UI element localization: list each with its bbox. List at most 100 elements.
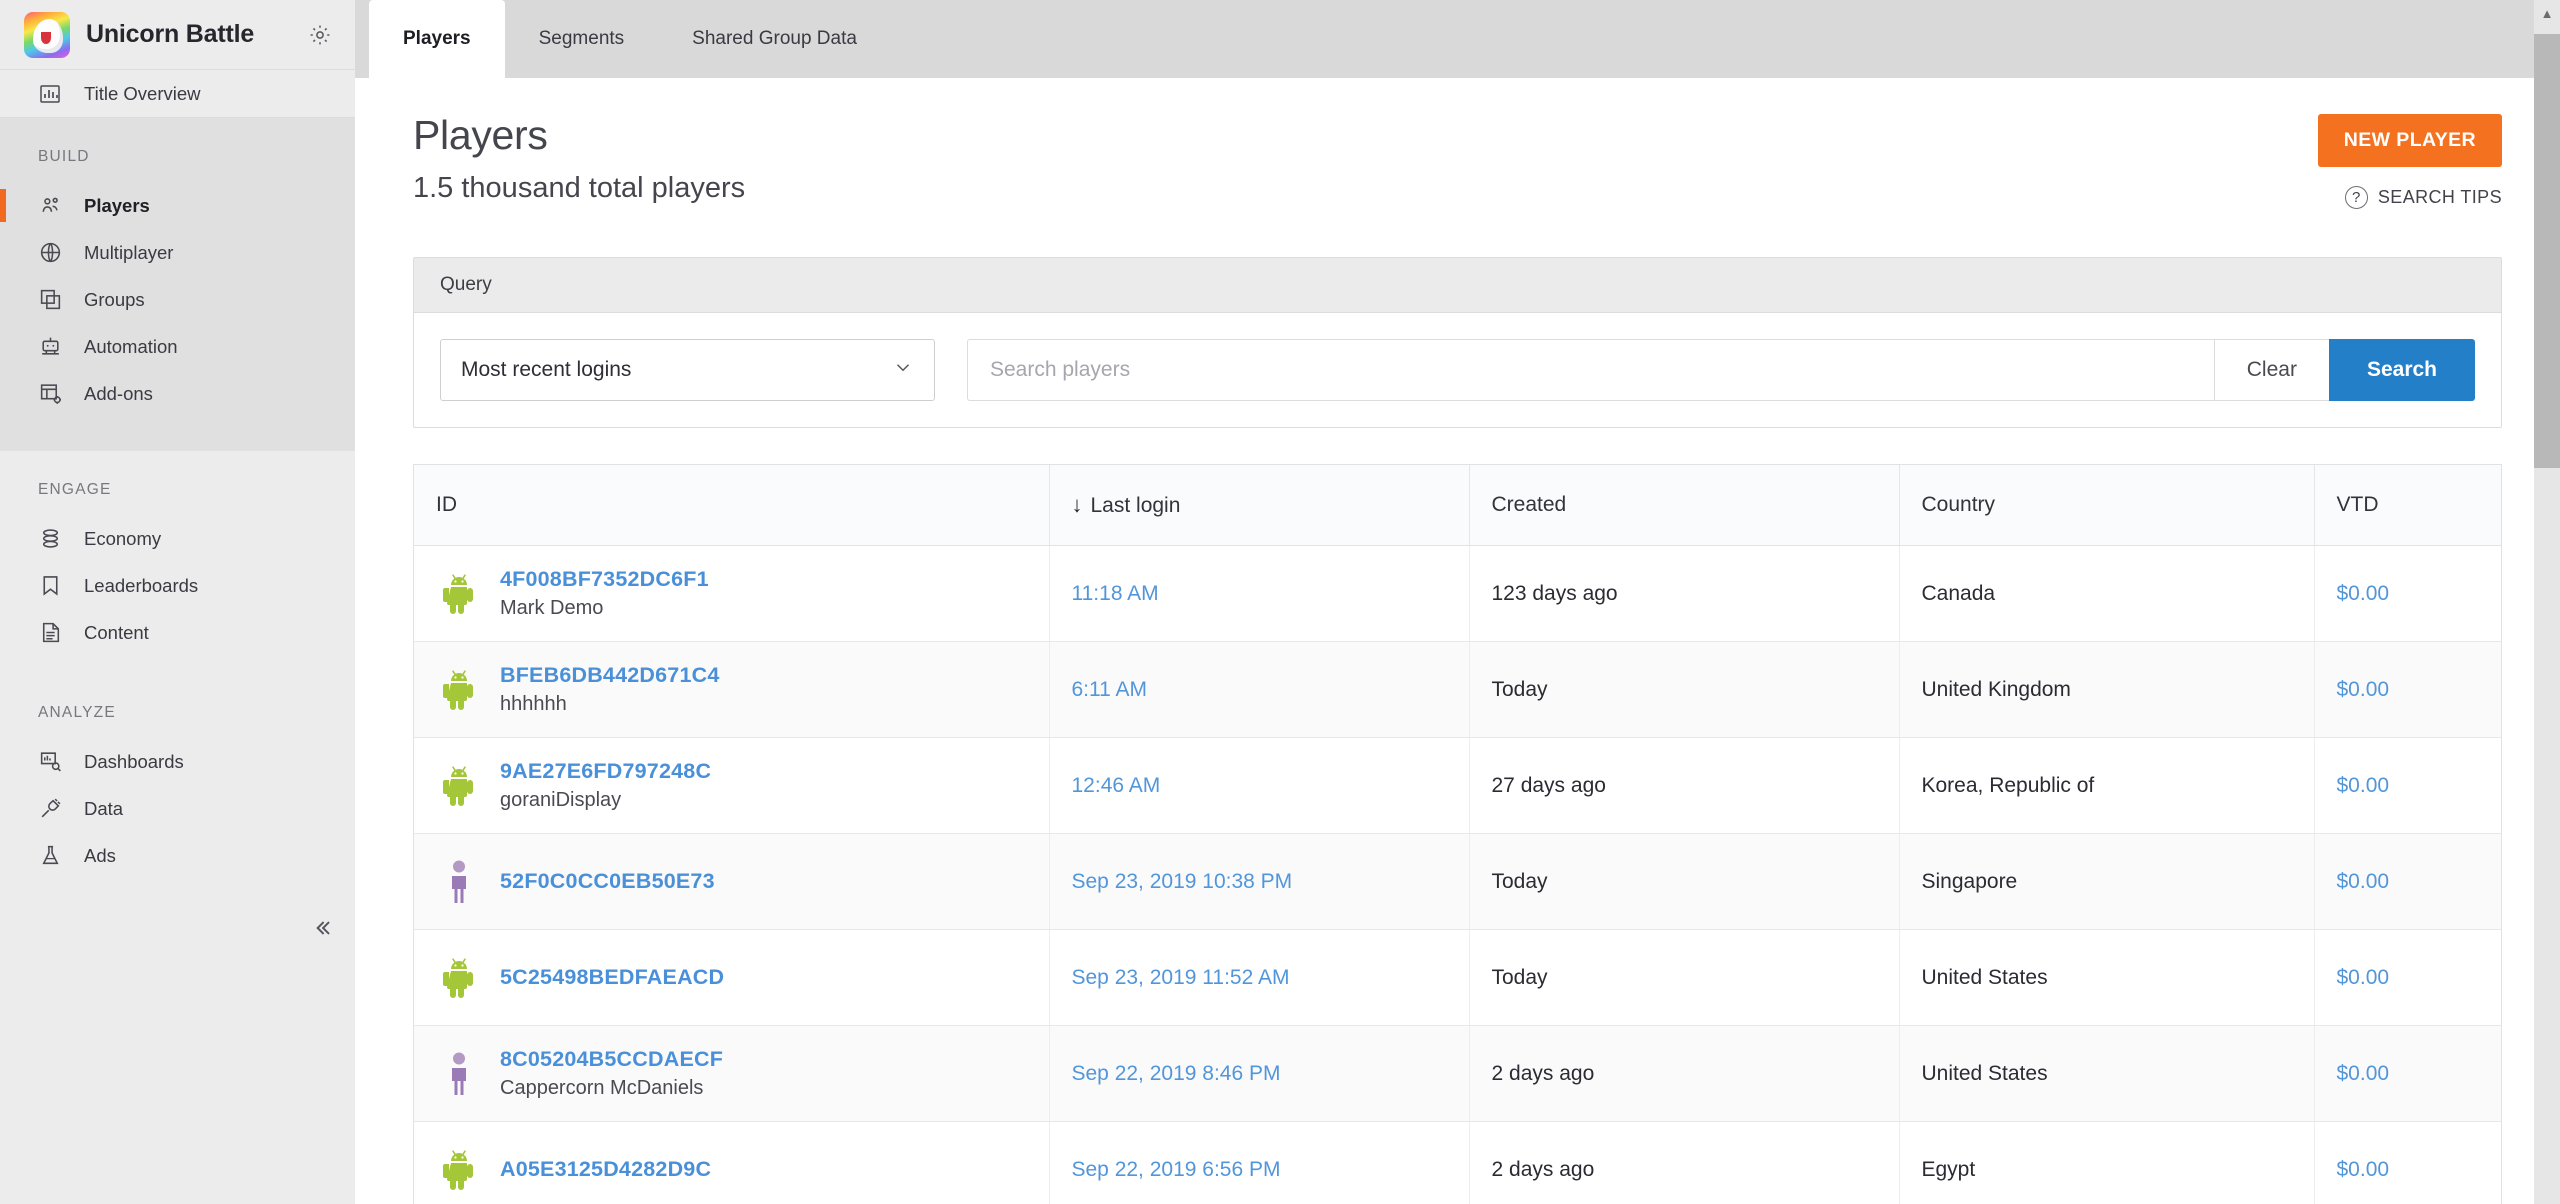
country-value: United States	[1921, 965, 2048, 989]
cell-created: 123 days ago	[1469, 545, 1900, 642]
tab-players[interactable]: Players	[369, 0, 505, 78]
cell-last-login: 12:46 AM	[1049, 737, 1470, 834]
cell-vtd: $0.00	[2314, 641, 2501, 738]
player-id-link[interactable]: 8C05204B5CCDAECF	[500, 1047, 723, 1071]
chevron-double-left-icon	[309, 915, 335, 946]
created-value: 123 days ago	[1491, 581, 1618, 605]
sidebar-item-ads[interactable]: Ads	[0, 832, 355, 879]
tab-shared-group-data[interactable]: Shared Group Data	[658, 0, 891, 78]
sidebar-item-label: Multiplayer	[84, 241, 174, 263]
sidebar-collapse-button[interactable]	[300, 908, 344, 952]
sidebar-item-label: Ads	[84, 844, 116, 866]
last-login-link[interactable]: Sep 23, 2019 10:38 PM	[1072, 870, 1293, 893]
sidebar-item-data[interactable]: Data	[0, 785, 355, 832]
player-id-link[interactable]: 9AE27E6FD797248C	[500, 759, 711, 783]
cell-last-login: 11:18 AM	[1049, 545, 1470, 642]
sidebar-item-label: Groups	[84, 288, 145, 310]
table-row[interactable]: 8C05204B5CCDAECF Cappercorn McDaniels Sep …	[414, 1025, 2501, 1122]
created-value: Today	[1491, 965, 1548, 989]
created-value: 2 days ago	[1491, 1157, 1595, 1181]
query-type-select[interactable]: Most recent logins	[440, 339, 935, 401]
sidebar-item-economy[interactable]: Economy	[0, 515, 355, 562]
vtd-link[interactable]: $0.00	[2337, 582, 2390, 605]
table-row[interactable]: 5C25498BEDFAEACD Sep 23, 2019 11:52 AM Tod…	[414, 929, 2501, 1026]
gear-icon[interactable]	[307, 22, 333, 48]
scrollbar-thumb[interactable]	[2534, 34, 2560, 468]
sidebar-item-dashboards[interactable]: Dashboards	[0, 738, 355, 785]
cell-country: United Kingdom	[1899, 641, 2315, 738]
player-id-link[interactable]: 5C25498BEDFAEACD	[500, 965, 724, 989]
sidebar-item-multiplayer[interactable]: Multiplayer	[0, 229, 355, 276]
dashboard-search-icon	[38, 749, 68, 774]
table-row[interactable]: 4F008BF7352DC6F1 Mark Demo 11:18 AM 123 day…	[414, 545, 2501, 642]
table-row[interactable]: 9AE27E6FD797248C goraniDisplay 12:46 AM 27 …	[414, 737, 2501, 834]
table-row[interactable]: BFEB6DB442D671C4 hhhhhh 6:11 AM Today United…	[414, 641, 2501, 738]
players-table-body: 4F008BF7352DC6F1 Mark Demo 11:18 AM 123 day…	[414, 545, 2501, 1204]
sidebar-item-leaderboards[interactable]: Leaderboards	[0, 562, 355, 609]
tab-segments[interactable]: Segments	[505, 0, 659, 78]
app-root: Unicorn Battle Title Overview BUILD Play…	[0, 0, 2560, 1204]
cell-country: Korea, Republic of	[1899, 737, 2315, 834]
page-subtitle: 1.5 thousand total players	[413, 172, 746, 204]
tab-bar: Players Segments Shared Group Data	[355, 0, 2560, 78]
table-row[interactable]: A05E3125D4282D9C Sep 22, 2019 6:56 PM 2 da…	[414, 1121, 2501, 1204]
vtd-link[interactable]: $0.00	[2337, 1062, 2390, 1085]
cell-id: 52F0C0CC0EB50E73	[414, 833, 1050, 930]
last-login-link[interactable]: Sep 22, 2019 8:46 PM	[1072, 1062, 1281, 1085]
vtd-link[interactable]: $0.00	[2337, 870, 2390, 893]
sidebar-item-automation[interactable]: Automation	[0, 323, 355, 370]
created-value: Today	[1491, 869, 1548, 893]
document-icon	[38, 620, 68, 645]
sidebar-item-content[interactable]: Content	[0, 609, 355, 656]
scroll-up-icon[interactable]: ▲	[2534, 0, 2560, 26]
column-header-vtd[interactable]: VTD	[2314, 465, 2501, 546]
sidebar-item-groups[interactable]: Groups	[0, 276, 355, 323]
player-id-link[interactable]: 52F0C0CC0EB50E73	[500, 869, 715, 893]
sidebar-item-title-overview[interactable]: Title Overview	[0, 70, 355, 117]
coins-icon	[38, 526, 68, 551]
tab-label: Shared Group Data	[692, 28, 857, 49]
cell-last-login: Sep 23, 2019 10:38 PM	[1049, 833, 1470, 930]
clear-button[interactable]: Clear	[2213, 339, 2329, 401]
cell-id: 5C25498BEDFAEACD	[414, 929, 1050, 1026]
sidebar-section-analyze: ANALYZE Dashboards Data Ads	[0, 674, 355, 897]
sidebar-item-label: Economy	[84, 527, 162, 549]
vtd-link[interactable]: $0.00	[2337, 966, 2390, 989]
cell-vtd: $0.00	[2314, 545, 2501, 642]
table-row[interactable]: 52F0C0CC0EB50E73 Sep 23, 2019 10:38 PM Tod…	[414, 833, 2501, 930]
player-id-link[interactable]: BFEB6DB442D671C4	[500, 663, 720, 687]
cell-country: Egypt	[1899, 1121, 2315, 1204]
last-login-link[interactable]: 12:46 AM	[1072, 774, 1161, 797]
sidebar-section-engage: ENGAGE Economy Leaderboards Content	[0, 451, 355, 674]
android-icon	[436, 572, 482, 616]
sidebar-item-add-ons[interactable]: Add-ons	[0, 370, 355, 417]
arrow-down-icon: ↓	[1071, 492, 1083, 517]
search-tips-link[interactable]: ? SEARCH TIPS	[2344, 186, 2502, 209]
new-player-button[interactable]: NEW PLAYER	[2317, 114, 2502, 167]
cell-id: A05E3125D4282D9C	[414, 1121, 1050, 1204]
last-login-link[interactable]: 6:11 AM	[1072, 678, 1148, 701]
last-login-link[interactable]: Sep 23, 2019 11:52 AM	[1072, 966, 1290, 989]
people-icon	[38, 193, 68, 218]
flask-icon	[38, 843, 68, 868]
last-login-link[interactable]: Sep 22, 2019 6:56 PM	[1072, 1158, 1281, 1181]
sidebar-item-players[interactable]: Players	[0, 182, 355, 229]
vtd-link[interactable]: $0.00	[2337, 678, 2390, 701]
search-controls: Clear Search	[967, 339, 2475, 401]
page-scrollbar[interactable]: ▲	[2534, 0, 2560, 1204]
search-input[interactable]	[967, 339, 2214, 401]
column-header-country[interactable]: Country	[1899, 465, 2315, 546]
player-id-link[interactable]: A05E3125D4282D9C	[500, 1157, 711, 1181]
sidebar-item-label: Automation	[84, 335, 178, 357]
cell-id: 9AE27E6FD797248C goraniDisplay	[414, 737, 1050, 834]
column-header-created[interactable]: Created	[1469, 465, 1900, 546]
search-button[interactable]: Search	[2328, 339, 2475, 401]
vtd-link[interactable]: $0.00	[2337, 1158, 2390, 1181]
globe-icon	[38, 240, 68, 265]
sidebar-item-label: Data	[84, 797, 124, 819]
last-login-link[interactable]: 11:18 AM	[1072, 582, 1159, 605]
column-header-id[interactable]: ID	[414, 465, 1050, 546]
vtd-link[interactable]: $0.00	[2337, 774, 2390, 797]
column-header-last-login[interactable]: ↓ Last login	[1049, 465, 1470, 546]
player-id-link[interactable]: 4F008BF7352DC6F1	[500, 567, 709, 591]
